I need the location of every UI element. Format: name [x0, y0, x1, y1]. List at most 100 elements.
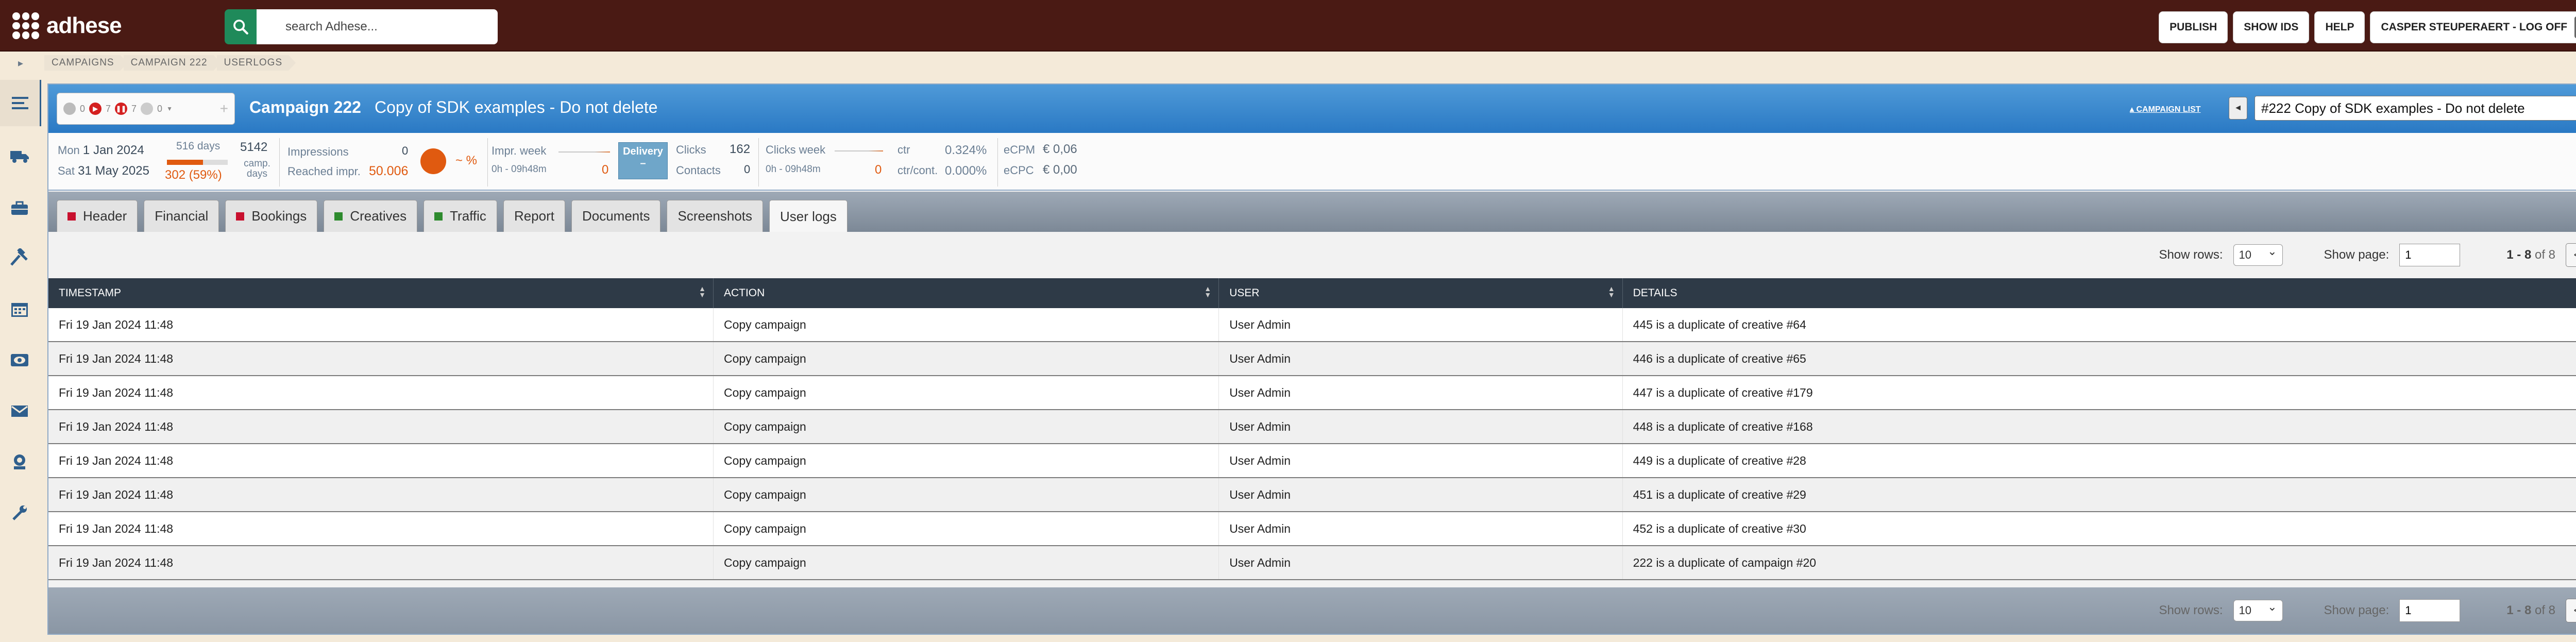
delivery-value: –	[640, 158, 646, 169]
show-page-input[interactable]	[2399, 244, 2461, 266]
action-cell: Copy campaign	[714, 308, 1219, 341]
days-total: 516 days	[176, 140, 221, 152]
play-status-icon: ▶	[89, 103, 102, 115]
sidebar-item-settings[interactable]	[8, 502, 31, 525]
ctr-label: ctr	[897, 143, 910, 156]
table-row[interactable]: Fri 19 Jan 2024 11:48 Copy campaign User A…	[48, 376, 2576, 410]
table-row[interactable]: Fri 19 Jan 2024 11:48 Copy campaign User A…	[48, 512, 2576, 546]
page-range: 1 - 8 of 8	[2506, 603, 2555, 617]
sidebar-toggle-icon[interactable]: ▸	[0, 57, 41, 70]
clicks-label: Clicks	[676, 143, 706, 156]
user-name-label: CASPER STEUPERAERT - LOG OFF	[2381, 21, 2568, 33]
tools-icon	[10, 248, 28, 266]
impressions-value: 0	[402, 144, 409, 157]
search-button[interactable]	[225, 9, 257, 44]
tab-financial[interactable]: Financial	[144, 200, 219, 232]
impr-week-value: 0	[602, 163, 609, 177]
show-page-label: Show page:	[2324, 603, 2389, 617]
tab-creatives[interactable]: Creatives	[324, 200, 418, 232]
sidebar-item-advertisers[interactable]	[8, 197, 31, 219]
end-date: Sat 31 May 2025	[58, 164, 149, 178]
status-count-d: 0	[157, 103, 163, 114]
status-indicators: 0 ▶ 7 ❚❚ 7 0 ▼ +	[57, 93, 235, 125]
page-range: 1 - 8 of 8	[2506, 248, 2555, 262]
timestamp-cell: Fri 19 Jan 2024 11:48	[48, 444, 714, 477]
sidebar-item-delivery[interactable]	[8, 145, 31, 168]
status-count-a: 0	[80, 103, 86, 114]
eye-icon	[11, 354, 28, 366]
adhese-logo[interactable]: adhese	[12, 10, 122, 41]
sidebar-item-tools[interactable]	[8, 246, 31, 269]
publish-button[interactable]: PUBLISH	[2159, 11, 2228, 43]
campaign-number: Campaign 222	[249, 98, 361, 116]
action-cell: Copy campaign	[714, 376, 1219, 409]
table-row[interactable]: Fri 19 Jan 2024 11:48 Copy campaign User A…	[48, 478, 2576, 512]
column-details[interactable]: DETAILS▲▼	[1623, 278, 2576, 308]
column-action[interactable]: ACTION ▲ ▼	[714, 278, 1219, 308]
user-cell: User Admin	[1219, 308, 1623, 341]
ctr-cont-value: 0.000%	[945, 164, 987, 178]
table-row[interactable]: Fri 19 Jan 2024 11:48 Copy campaign User A…	[48, 546, 2576, 580]
table-header: TIMESTAMP▲▼ ACTION▲▼ USER▲▼ DETAILS▲▼	[48, 278, 2576, 308]
table-row[interactable]: Fri 19 Jan 2024 11:48 Copy campaign User A…	[48, 444, 2576, 478]
help-button[interactable]: HELP	[2314, 11, 2365, 43]
tab-header[interactable]: Header	[57, 200, 138, 232]
clicks-value: 162	[730, 142, 751, 156]
previous-page-button[interactable]: <	[2566, 243, 2576, 267]
user-icon	[14, 454, 25, 469]
table-row[interactable]: Fri 19 Jan 2024 11:48 Copy campaign User A…	[48, 342, 2576, 376]
add-icon[interactable]: +	[220, 100, 228, 117]
tab-screenshots[interactable]: Screenshots	[667, 200, 764, 232]
breadcrumb-campaign[interactable]: CAMPAIGN 222	[124, 55, 221, 71]
tab-user-logs[interactable]: User logs	[769, 200, 848, 233]
user-menu-button[interactable]: CASPER STEUPERAERT - LOG OFF ▼	[2370, 11, 2576, 43]
clicks-week-sparkline	[835, 150, 883, 151]
breadcrumb-campaigns[interactable]: CAMPAIGNS	[44, 55, 128, 71]
pause-status-icon: ❚❚	[115, 103, 128, 115]
tab-bookings[interactable]: Bookings	[225, 200, 318, 232]
sidebar-item-users[interactable]	[8, 450, 31, 473]
tab-report[interactable]: Report	[503, 200, 565, 232]
ecpm-value: € 0,06	[1043, 142, 1077, 156]
previous-campaign-button[interactable]: ◄	[2229, 97, 2247, 120]
timestamp-cell: Fri 19 Jan 2024 11:48	[48, 546, 714, 579]
sidebar-item-messages[interactable]	[8, 400, 31, 423]
userlog-table: TIMESTAMP▲▼ ACTION▲▼ USER▲▼ DETAILS▲▼ Fr…	[48, 278, 2576, 580]
column-timestamp[interactable]: TIMESTAMP ▲ ▼	[48, 278, 714, 308]
impressions-label: Impressions	[287, 145, 349, 158]
previous-page-button[interactable]: <	[2566, 599, 2576, 622]
search-input[interactable]	[257, 9, 498, 44]
sidebar-item-viewability[interactable]	[8, 349, 31, 371]
timestamp-cell: Fri 19 Jan 2024 11:48	[48, 342, 714, 375]
tab-label: Financial	[155, 208, 209, 224]
details-cell: 451 is a duplicate of creative #29	[1623, 478, 2576, 511]
clicks-week-value: 0	[875, 163, 882, 177]
truck-icon	[10, 151, 29, 163]
action-cell: Copy campaign	[714, 478, 1219, 511]
tab-documents[interactable]: Documents	[571, 200, 661, 232]
show-rows-select[interactable]: 10	[2233, 244, 2283, 266]
action-cell: Copy campaign	[714, 342, 1219, 375]
ctr-value: 0.324%	[945, 143, 987, 157]
table-row[interactable]: Fri 19 Jan 2024 11:48 Copy campaign User A…	[48, 308, 2576, 342]
delivery-badge: Delivery –	[618, 142, 668, 179]
sidebar-item-campaigns[interactable]	[0, 80, 41, 126]
campaign-list-link[interactable]: ▴ CAMPAIGN LIST	[2130, 104, 2201, 114]
show-ids-button[interactable]: SHOW IDS	[2233, 11, 2310, 43]
sort-icon: ▲ ▼	[1204, 284, 1212, 299]
column-user[interactable]: USER ▲ ▼	[1219, 278, 1623, 308]
table-row[interactable]: Fri 19 Jan 2024 11:48 Copy campaign User A…	[48, 410, 2576, 444]
show-page-input[interactable]	[2399, 599, 2461, 622]
show-rows-select[interactable]: 10	[2233, 600, 2283, 621]
logo-dots-icon	[12, 12, 39, 39]
tab-label: Header	[83, 208, 127, 224]
details-cell: 222 is a duplicate of campaign #20	[1623, 546, 2576, 579]
sidebar-item-calendar[interactable]	[8, 298, 31, 320]
tab-traffic[interactable]: Traffic	[423, 200, 497, 232]
status-dropdown-icon[interactable]: ▼	[166, 105, 173, 112]
clicks-week-time: 0h - 09h48m	[766, 164, 821, 175]
tab-status-marker-icon	[67, 212, 76, 221]
campaign-select[interactable]: #222 Copy of SDK examples - Do not delet…	[2255, 96, 2576, 121]
ctr-cont-label: ctr/cont.	[897, 164, 938, 177]
action-cell: Copy campaign	[714, 546, 1219, 579]
